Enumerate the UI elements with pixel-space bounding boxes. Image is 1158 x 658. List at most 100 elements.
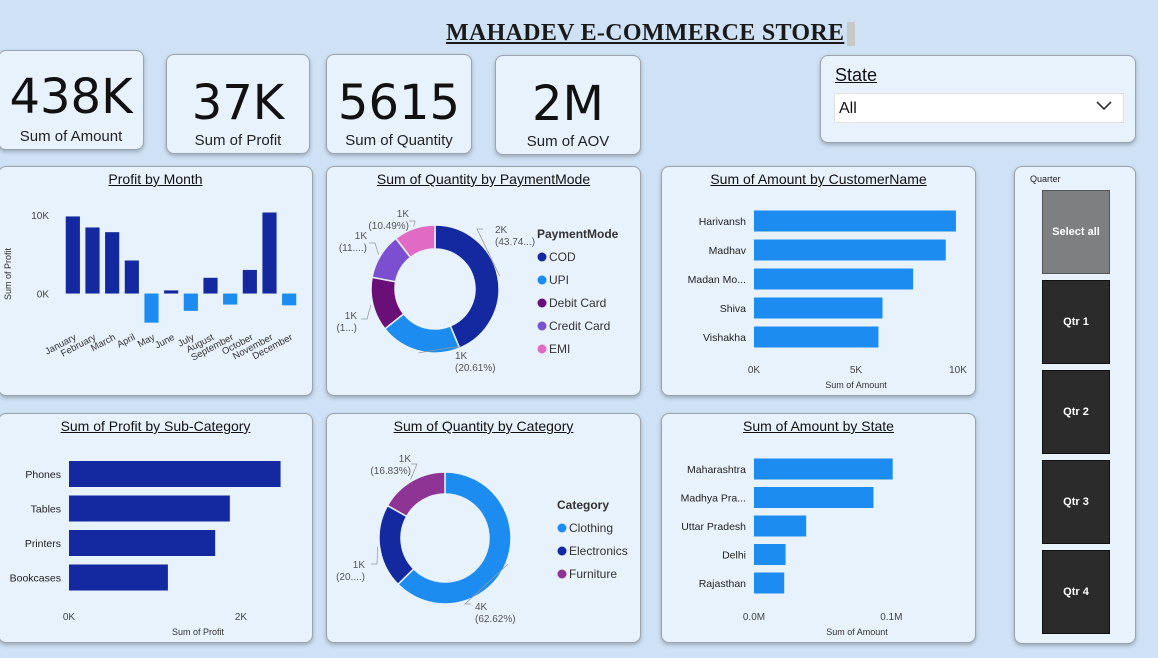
y-tick-label: Madhya Pra... <box>681 493 746 505</box>
bar <box>144 293 159 323</box>
y-tick-label: Madhav <box>709 245 747 257</box>
y-tick-label: Bookcases <box>10 573 61 585</box>
data-label-pct: (16.83%) <box>370 466 411 477</box>
quarter-slicer: Quarter Select all Qtr 1 Qtr 2 Qtr 3 Qtr… <box>1014 166 1136 644</box>
text-cursor <box>847 22 855 46</box>
legend-marker <box>537 344 547 354</box>
legend-title: Category <box>557 498 609 512</box>
legend-entry: Debit Card <box>549 296 606 310</box>
data-label: 1K <box>355 231 368 242</box>
legend-entry: Electronics <box>569 544 628 558</box>
kpi-label: Sum of AOV <box>526 133 610 150</box>
quantity-by-paymentmode-chart: 2K(43.74...)1K(20.61%)1K(1...)1K(11....)… <box>336 209 619 374</box>
data-label: 1K <box>399 454 412 465</box>
chart-card-profit-by-subcategory[interactable]: Sum of Profit by Sub-Category Phones Tabl… <box>0 413 313 643</box>
legend-entry: Furniture <box>569 567 617 581</box>
quarter-qtr1-button[interactable]: Qtr 1 <box>1042 280 1110 364</box>
y-tick-label: Phones <box>25 469 61 481</box>
chart-card-profit-by-month[interactable]: Profit by Month Sum of Profit 10K 0K Januar… <box>0 166 313 396</box>
legend-entry: COD <box>549 250 576 264</box>
state-slicer-label: State <box>835 65 878 85</box>
chart-card-amount-by-customer[interactable]: Sum of Amount by CustomerName Harivansh M… <box>661 166 976 396</box>
data-label-pct: (11....) <box>339 243 367 254</box>
amount-by-customer-chart: Harivansh Madhav Madan Mo... Shiva Vishakha 0… <box>688 210 967 390</box>
legend-entry: Clothing <box>569 521 613 535</box>
data-label: 2K <box>495 225 508 236</box>
y-tick-label: Tables <box>31 504 61 516</box>
data-label: 4K <box>475 602 488 613</box>
kpi-label: Sum of Quantity <box>345 132 453 149</box>
bar <box>754 210 956 232</box>
bar <box>85 227 100 294</box>
donut-slice <box>386 471 446 518</box>
legend-marker <box>557 523 567 533</box>
bar <box>223 293 238 305</box>
x-axis-label: Sum of Amount <box>825 380 887 390</box>
legend-marker <box>557 569 567 579</box>
x-tick-label: 2K <box>235 612 248 623</box>
state-dropdown-value: All <box>839 100 857 117</box>
data-label: 1K <box>353 560 366 571</box>
bar <box>754 572 785 594</box>
kpi-value: 438K <box>9 69 133 125</box>
bar <box>69 461 281 487</box>
state-dropdown[interactable]: All <box>834 93 1124 123</box>
quarter-qtr4-button[interactable]: Qtr 4 <box>1042 550 1110 634</box>
bar <box>242 269 257 294</box>
y-tick-label: Maharashtra <box>687 464 746 476</box>
quarter-qtr3-button[interactable]: Qtr 3 <box>1042 460 1110 544</box>
dashboard-title: MAHADEV E-COMMERCE STORE <box>446 20 845 46</box>
kpi-card-aov[interactable]: 2M Sum of AOV <box>495 55 641 155</box>
bar <box>183 293 198 311</box>
kpi-label: Sum of Profit <box>194 132 282 149</box>
data-label-pct: (20.61%) <box>455 363 496 374</box>
legend-entry: EMI <box>549 342 570 356</box>
bar <box>124 260 139 294</box>
leader-line <box>410 463 418 480</box>
legend-marker <box>537 252 547 262</box>
y-tick-label: Uttar Pradesh <box>681 521 746 533</box>
x-tick-label: April <box>115 332 137 351</box>
bar <box>754 544 786 565</box>
bar <box>754 268 914 290</box>
y-tick-label: 10K <box>31 211 49 222</box>
data-label: 1K <box>345 311 358 322</box>
y-tick-label: Madan Mo... <box>688 274 746 286</box>
quarter-qtr2-button[interactable]: Qtr 2 <box>1042 370 1110 454</box>
legend-entry: Credit Card <box>549 319 610 333</box>
chart-card-amount-by-state[interactable]: Sum of Amount by State Maharashtra Madhya… <box>661 413 976 643</box>
data-label-pct: (10.49%) <box>368 221 409 232</box>
leader-line <box>409 220 416 227</box>
kpi-label: Sum of Amount <box>19 128 123 145</box>
kpi-card-profit[interactable]: 37K Sum of Profit <box>166 54 310 154</box>
chart-card-quantity-by-paymentmode[interactable]: Sum of Quantity by PaymentMode 2K (43.74.… <box>326 166 641 396</box>
legend-marker <box>537 298 547 308</box>
bar <box>754 239 946 261</box>
y-tick-label: Harivansh <box>699 216 746 228</box>
legend-title: PaymentMode <box>537 227 619 241</box>
data-label: 1K <box>455 351 468 362</box>
donut-slice <box>378 504 415 586</box>
x-axis-label: Sum of Profit <box>172 627 225 637</box>
y-tick-label: Shiva <box>720 303 746 315</box>
kpi-card-amount[interactable]: 438K Sum of Amount <box>0 50 144 150</box>
kpi-value: 5615 <box>337 75 461 131</box>
bar <box>69 564 168 591</box>
quarter-select-all-button[interactable]: Select all <box>1042 190 1110 274</box>
bar <box>203 277 218 294</box>
bar <box>65 216 80 294</box>
x-tick-label: June <box>153 332 176 351</box>
y-tick-label: Delhi <box>722 550 746 562</box>
data-label: 1K <box>397 209 410 220</box>
y-tick-label: 0K <box>37 290 50 301</box>
amount-by-state-chart: Maharashtra Madhya Pra... Uttar Pradesh Del… <box>681 458 902 637</box>
bar <box>754 515 807 537</box>
bar <box>754 297 883 319</box>
leader-line <box>371 546 378 565</box>
x-tick-label: 0K <box>63 612 76 623</box>
chart-card-quantity-by-category[interactable]: Sum of Quantity by Category 4K (62.62%) 1K… <box>326 413 641 643</box>
kpi-card-quantity[interactable]: 5615 Sum of Quantity <box>326 54 472 154</box>
data-label-pct: (43.74...) <box>495 237 535 248</box>
quarter-slicer-label: Quarter <box>1030 174 1061 184</box>
bar <box>754 487 874 508</box>
